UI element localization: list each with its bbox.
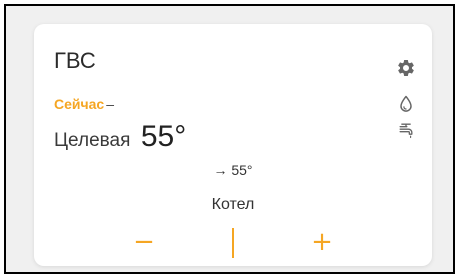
heat-source-label: Котел: [211, 196, 255, 213]
hot-water-card: ГВС Сейчас – Целевая 55° → 55° Котел − +: [34, 24, 432, 266]
water-drop-icon: [396, 94, 416, 114]
target-label: Целевая: [54, 130, 131, 151]
tap-icon: [396, 120, 416, 140]
controls-divider: [232, 228, 234, 258]
current-label: Сейчас: [54, 96, 105, 112]
setpoint-value: → 55°: [213, 162, 253, 178]
current-temperature-row: Сейчас –: [54, 96, 114, 112]
target-temperature-row: Целевая 55°: [54, 120, 186, 154]
current-value: –: [106, 96, 114, 112]
gear-icon[interactable]: [396, 58, 416, 78]
card-title: ГВС: [54, 48, 96, 73]
screenshot-frame: ГВС Сейчас – Целевая 55° → 55° Котел − +: [4, 4, 455, 274]
decrease-button[interactable]: −: [114, 224, 174, 260]
increase-button[interactable]: +: [292, 224, 352, 260]
temperature-controls: − +: [34, 224, 432, 260]
target-value: 55°: [140, 120, 187, 153]
